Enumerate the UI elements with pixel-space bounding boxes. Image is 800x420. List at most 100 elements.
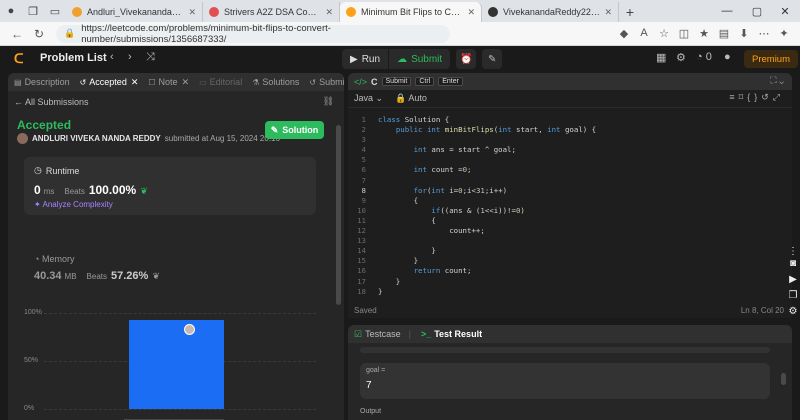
all-submissions-link[interactable]: ← All Submissions	[14, 97, 89, 107]
code-line[interactable]: 2 public int minBitFlips(int start, int …	[348, 125, 792, 135]
tab-description[interactable]: ▤ Description	[14, 77, 70, 87]
submit-button[interactable]: ☁ Submit	[388, 49, 451, 69]
avatar[interactable]	[17, 133, 28, 144]
play-icon: ▶	[350, 53, 358, 65]
browser-tab-1[interactable]: Andluri_Vivekananda_Reddy - L✕	[66, 2, 203, 22]
code-line[interactable]: 11 {	[348, 216, 792, 226]
code-line[interactable]: 18}	[348, 287, 792, 297]
memory-section[interactable]: ◔ Memory 40.34 MB Beats 57.26% ❦	[34, 254, 160, 282]
avatar[interactable]: ●	[724, 51, 731, 63]
leetcode-favicon-icon	[72, 7, 82, 17]
favorite-icon[interactable]: ☆	[654, 27, 674, 40]
menu-icon[interactable]: ⋯	[754, 27, 774, 40]
tab-actions-icon[interactable]: ▭	[44, 0, 66, 22]
tab-editorial[interactable]: ▭ Editorial	[199, 77, 242, 87]
code-line[interactable]: 17 }	[348, 277, 792, 287]
streak-icon[interactable]: ◔ 0	[696, 51, 712, 63]
tab-note[interactable]: ☐ Note ✕	[148, 77, 189, 88]
runtime-card[interactable]: ◷ Runtime 0 ms Beats 100.00% ❦ ✦ Analyze Co…	[24, 157, 316, 215]
reset-icon[interactable]: ↺	[761, 92, 773, 102]
code-text: for(int i=0;i<31;i++)	[413, 185, 508, 195]
code-area[interactable]: 1 class Solution {2 public int minBitFlip…	[348, 115, 792, 297]
code-line[interactable]: 6 int count =0;	[348, 165, 792, 175]
tab-testcase[interactable]: ☑ Testcase	[354, 329, 401, 340]
runtime-header: ◷ Runtime	[34, 165, 80, 176]
prev-problem-icon[interactable]: ‹	[110, 51, 114, 63]
copy-icon[interactable]: ❐	[786, 290, 800, 301]
url-field[interactable]: 🔒 https://leetcode.com/problems/minimum-…	[56, 23, 450, 45]
next-problem-icon[interactable]: ›	[128, 51, 132, 63]
favorites-icon[interactable]: ★	[694, 27, 714, 40]
analyze-complexity-link[interactable]: ✦ Analyze Complexity	[34, 200, 113, 209]
code-line[interactable]: 4 int ans = start ^ goal;	[348, 145, 792, 155]
downloads-icon[interactable]: ⬇	[734, 27, 754, 40]
video-icon[interactable]: ▶	[786, 274, 800, 285]
close-icon[interactable]: ✕	[131, 77, 139, 88]
code-line[interactable]: 16 return count;	[348, 266, 792, 276]
settings-icon[interactable]: ⚙	[676, 51, 686, 64]
problem-list-button[interactable]: Problem List	[40, 52, 107, 64]
tab-solutions[interactable]: ⚗ Solutions	[252, 77, 299, 87]
camera-icon[interactable]: ◙	[786, 258, 800, 269]
profile-icon[interactable]: ●	[0, 0, 22, 22]
scrollbar[interactable]	[781, 373, 786, 385]
code-line[interactable]: 9 {	[348, 196, 792, 206]
solution-button[interactable]: ✎ Solution	[265, 121, 324, 139]
close-window-button[interactable]: ✕	[770, 0, 800, 22]
extension-icon[interactable]: ◆	[614, 27, 634, 40]
gear-icon[interactable]: ⚙	[786, 306, 800, 317]
code-line[interactable]: 13	[348, 236, 792, 246]
run-button[interactable]: ▶ Run	[342, 49, 389, 69]
code-line[interactable]: 15 }	[348, 256, 792, 266]
browser-tab-3[interactable]: Minimum Bit Flips to Convert N✕	[340, 2, 482, 22]
notes-icon[interactable]: ✎	[482, 49, 503, 69]
code-line[interactable]: 5	[348, 155, 792, 165]
browser-tab-4[interactable]: VivekanandaReddy2233/DSA_C✕	[482, 2, 619, 22]
code-line[interactable]: 12 count++;	[348, 226, 792, 236]
chevron-down-icon[interactable]: ⌄	[779, 75, 784, 85]
autocomplete-toggle[interactable]: 🔒 Auto	[395, 93, 427, 104]
maximize-icon[interactable]: ⛶	[770, 75, 776, 85]
layout-icon[interactable]: ▦	[656, 51, 666, 64]
dots-icon[interactable]: ⋮	[786, 246, 800, 257]
author-name[interactable]: ANDLURI VIVEKA NANDA REDDY	[32, 134, 161, 143]
read-aloud-icon[interactable]: A	[634, 27, 654, 40]
browser-tab-2[interactable]: Strivers A2Z DSA Course/Sheet✕	[203, 2, 340, 22]
shuffle-icon[interactable]: ⤨	[146, 51, 155, 64]
timer-icon[interactable]: ⏰	[456, 49, 477, 69]
back-icon[interactable]: ←	[6, 27, 28, 41]
bookmark-icon[interactable]: ⌑	[739, 92, 748, 102]
new-tab-button[interactable]: +	[619, 2, 641, 22]
close-icon[interactable]: ✕	[325, 7, 333, 18]
leetcode-logo-icon[interactable]: ᑕ	[14, 51, 28, 67]
maximize-button[interactable]: ▢	[742, 0, 772, 22]
code-line[interactable]: 1 class Solution {	[348, 115, 792, 125]
tab-accepted[interactable]: ↺ Accepted ✕	[80, 77, 139, 88]
tab-test-result[interactable]: >_ Test Result	[421, 329, 482, 339]
code-line[interactable]: 14 }	[348, 246, 792, 256]
close-icon[interactable]: ✕	[188, 7, 196, 18]
premium-button[interactable]: Premium	[744, 50, 799, 68]
fullscreen-icon[interactable]: ⤢	[773, 92, 784, 102]
refresh-icon[interactable]: ↻	[28, 27, 50, 41]
code-line[interactable]: 7	[348, 176, 792, 186]
close-icon[interactable]: ✕	[604, 7, 612, 18]
tab-submissions[interactable]: ↺Submissi	[309, 77, 344, 87]
minimize-button[interactable]: —	[712, 0, 742, 22]
code-line[interactable]: 10 if((ans & (1<<i))!=0)	[348, 206, 792, 216]
workspaces-icon[interactable]: ❐	[22, 0, 44, 22]
scrollbar[interactable]	[336, 125, 341, 305]
code-line[interactable]: 3	[348, 135, 792, 145]
copilot-icon[interactable]: ✦	[774, 27, 794, 40]
code-line[interactable]: 8 for(int i=0;i<31;i++)	[348, 186, 792, 196]
close-icon[interactable]: ✕	[182, 77, 190, 88]
split-screen-icon[interactable]: ◫	[674, 27, 694, 40]
collections-icon[interactable]: ▤	[714, 27, 734, 40]
link-icon[interactable]: ⛓	[323, 96, 334, 107]
braces-icon[interactable]: {}	[747, 92, 761, 102]
language-select[interactable]: Java ⌄	[354, 93, 383, 104]
close-icon[interactable]: ✕	[467, 7, 475, 18]
format-icon[interactable]: ≡	[729, 92, 738, 102]
distribution-bar-current[interactable]	[129, 319, 224, 409]
